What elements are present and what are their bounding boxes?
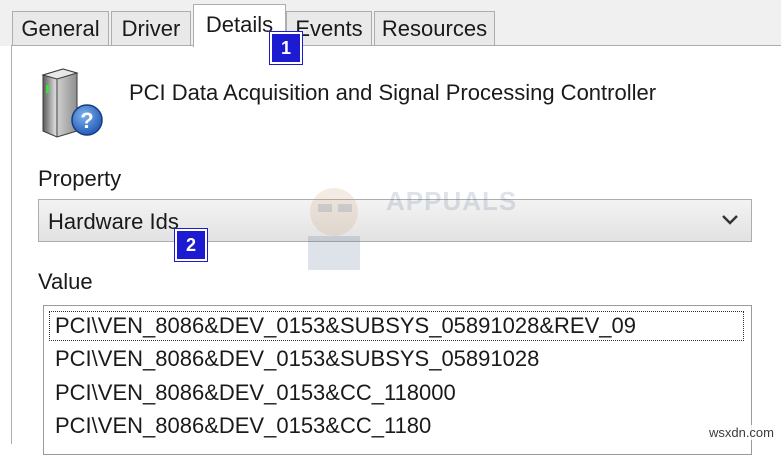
watermark-text: APPUALS — [386, 186, 517, 217]
tab-resources[interactable]: Resources — [374, 11, 495, 45]
callout-badge-1: 1 — [270, 32, 302, 64]
value-label: Value — [38, 269, 93, 295]
value-listbox[interactable]: PCI\VEN_8086&DEV_0153&SUBSYS_05891028&RE… — [43, 305, 752, 455]
property-selected-value: Hardware Ids — [48, 209, 179, 235]
callout-badge-2: 2 — [175, 229, 207, 261]
chevron-down-icon[interactable] — [721, 213, 739, 227]
property-label: Property — [38, 166, 121, 192]
tab-general[interactable]: General — [12, 11, 109, 45]
list-item[interactable]: PCI\VEN_8086&DEV_0153&SUBSYS_05891028&RE… — [48, 310, 745, 342]
device-name: PCI Data Acquisition and Signal Processi… — [129, 80, 656, 106]
site-watermark: wsxdn.com — [706, 425, 777, 440]
list-item[interactable]: PCI\VEN_8086&DEV_0153&SUBSYS_05891028 — [48, 343, 745, 375]
watermark-logo: APPUALS — [290, 178, 490, 270]
svg-text:?: ? — [80, 108, 93, 133]
device-unknown-icon: ? — [37, 67, 103, 139]
mascot-icon — [290, 178, 380, 270]
tab-strip: General Driver Details Events Resources — [0, 0, 781, 46]
list-item[interactable]: PCI\VEN_8086&DEV_0153&CC_1180 — [48, 410, 745, 442]
list-item[interactable]: PCI\VEN_8086&DEV_0153&CC_118000 — [48, 377, 745, 409]
tab-driver[interactable]: Driver — [111, 11, 191, 45]
